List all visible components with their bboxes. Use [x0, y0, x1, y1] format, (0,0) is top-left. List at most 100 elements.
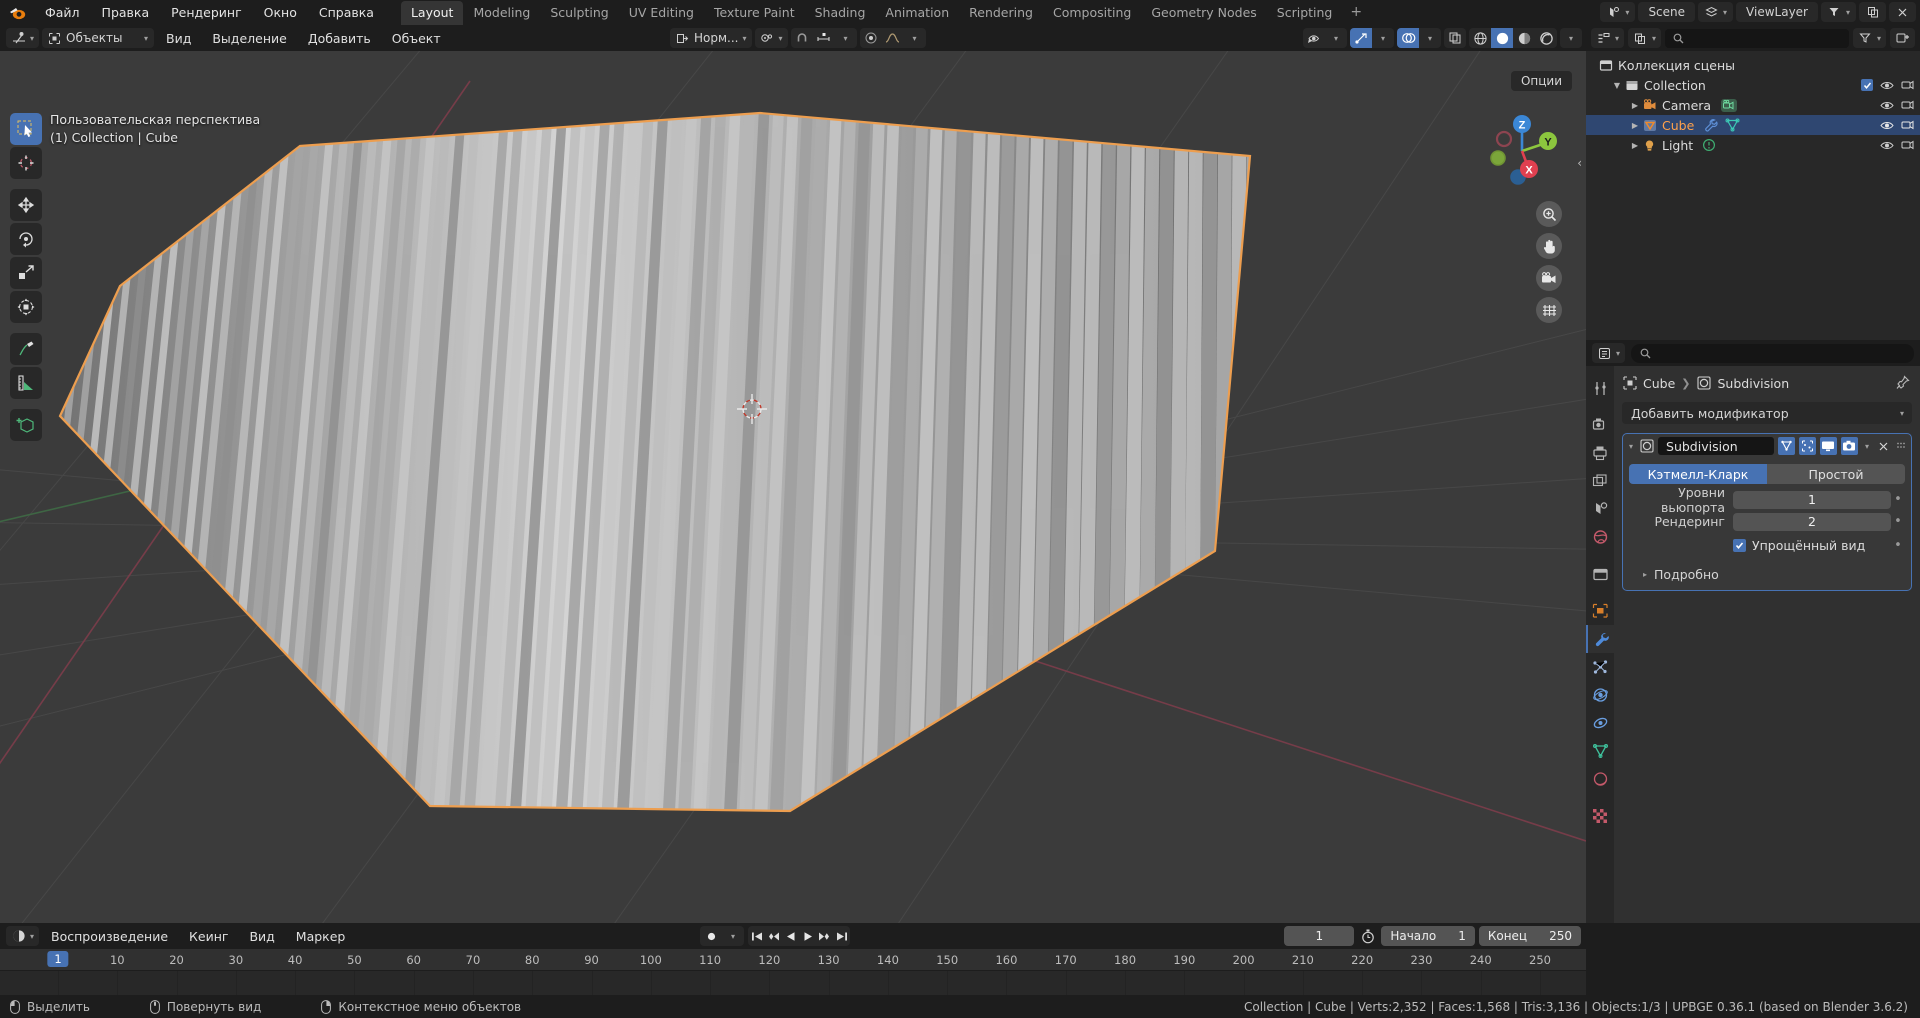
show-overlays-toggle[interactable]: [1397, 28, 1419, 48]
jump-to-next-keyframe-button[interactable]: [816, 926, 833, 946]
modifier-extras-chevron-icon[interactable]: ▾: [1862, 442, 1872, 451]
disable-in-renders-icon[interactable]: [1901, 79, 1914, 91]
menu-help[interactable]: Справка: [308, 2, 385, 23]
auto-keying-toggle[interactable]: [700, 926, 722, 946]
tab-layout[interactable]: Layout: [400, 0, 464, 25]
pin-icon[interactable]: [1895, 375, 1910, 390]
render-levels-input[interactable]: 2: [1733, 512, 1891, 531]
jump-to-previous-keyframe-button[interactable]: [765, 926, 782, 946]
blender-logo-icon[interactable]: [6, 2, 28, 24]
measure-tool[interactable]: [10, 367, 42, 399]
snap-target-button[interactable]: [813, 28, 835, 48]
catmull-clark-option[interactable]: Кэтмелл-Кларк: [1629, 464, 1767, 484]
advanced-subpanel-toggle[interactable]: ▸ Подробно: [1629, 567, 1905, 582]
move-tool[interactable]: [10, 189, 42, 221]
scene-name-field[interactable]: Scene: [1638, 2, 1696, 22]
scene-tab[interactable]: [1586, 495, 1614, 523]
modifier-name-field[interactable]: Subdivision: [1658, 437, 1774, 455]
shading-solid-button[interactable]: [1491, 28, 1513, 48]
properties-editor-type-button[interactable]: ▾: [1592, 343, 1626, 363]
transform-tool[interactable]: [10, 291, 42, 323]
physics-tab[interactable]: [1586, 681, 1614, 709]
cursor-tool[interactable]: [10, 147, 42, 179]
viewport-menu-object[interactable]: Объект: [383, 29, 450, 48]
properties-editor[interactable]: ▾ Cube ❯ Subdivision Добавить модификато…: [1586, 340, 1920, 923]
viewlayer-name-field[interactable]: ViewLayer: [1736, 2, 1818, 22]
camera-view-icon[interactable]: [1536, 265, 1562, 291]
tab-uv-editing[interactable]: UV Editing: [619, 1, 704, 25]
shading-rendered-button[interactable]: [1535, 28, 1557, 48]
mesh-data-icon[interactable]: [1725, 118, 1740, 132]
editor-type-button[interactable]: ▾: [6, 28, 40, 48]
timeline-menu-view[interactable]: Вид: [240, 927, 283, 946]
simple-option[interactable]: Простой: [1767, 464, 1905, 484]
ortho-grid-icon[interactable]: [1536, 297, 1562, 323]
hide-in-viewport-icon[interactable]: [1880, 140, 1894, 151]
collection-tab[interactable]: [1586, 560, 1614, 588]
collection-checkbox[interactable]: [1861, 79, 1873, 91]
outliner-row-light[interactable]: ▶ Light: [1586, 135, 1920, 155]
outliner-filter-button[interactable]: ▾: [1852, 28, 1886, 48]
menu-window[interactable]: Окно: [253, 2, 308, 23]
viewport-menu-view[interactable]: Вид: [157, 29, 200, 48]
play-reverse-button[interactable]: [782, 926, 799, 946]
current-frame-input[interactable]: 1: [1284, 926, 1355, 946]
timeline-menu-playback[interactable]: Воспроизведение: [42, 927, 177, 946]
animate-property-dot[interactable]: •: [1891, 514, 1905, 529]
pivot-point-dropdown[interactable]: ▾: [754, 28, 788, 48]
add-workspace-button[interactable]: +: [1342, 3, 1370, 22]
timeline-menu-marker[interactable]: Маркер: [287, 927, 355, 946]
viewport-menu-select[interactable]: Выделение: [203, 29, 295, 48]
viewport-canvas[interactable]: Пользовательская перспектива (1) Collect…: [0, 51, 1586, 923]
edit-mode-on-cage-toggle[interactable]: [1777, 437, 1795, 455]
outliner-editor-type-button[interactable]: ▾: [1591, 28, 1625, 48]
timeline-channel-area[interactable]: ▸: [0, 971, 1586, 1010]
menu-render[interactable]: Рендеринг: [160, 2, 253, 23]
viewport-nav-gizmo[interactable]: Z Y X: [1482, 111, 1562, 191]
material-tab[interactable]: [1586, 765, 1614, 793]
menu-file[interactable]: Файл: [34, 2, 91, 23]
interaction-mode-dropdown[interactable]: Объекты ▾: [42, 28, 155, 48]
tab-sculpting[interactable]: Sculpting: [540, 1, 618, 25]
shading-chevron-icon[interactable]: ▾: [1560, 28, 1582, 48]
overlays-chevron-icon[interactable]: ▾: [1419, 28, 1441, 48]
proportional-options-chevron[interactable]: ▾: [904, 28, 926, 48]
disable-in-renders-icon[interactable]: [1901, 119, 1914, 131]
shading-material-preview-button[interactable]: [1513, 28, 1535, 48]
viewport-levels-input[interactable]: 1: [1733, 490, 1891, 509]
3d-viewport[interactable]: ▾ Объекты ▾ Вид Выделение Добавить Объек…: [0, 25, 1586, 923]
toggle-xray-button[interactable]: [1444, 28, 1466, 48]
gizmo-chevron-icon[interactable]: ▾: [1372, 28, 1394, 48]
tab-rendering[interactable]: Rendering: [959, 1, 1043, 25]
texture-tab[interactable]: [1586, 802, 1614, 830]
close-icon[interactable]: [1876, 441, 1891, 452]
scene-browse-button[interactable]: ▾: [1600, 2, 1636, 22]
light-data-icon[interactable]: [1702, 138, 1716, 152]
expand-triangle-icon[interactable]: ▶: [1628, 121, 1642, 130]
expand-triangle-icon[interactable]: ▶: [1628, 101, 1642, 110]
object-visibility-icon[interactable]: [1303, 28, 1325, 48]
tab-compositing[interactable]: Compositing: [1043, 1, 1141, 25]
breadcrumb-modifier-label[interactable]: Subdivision: [1718, 376, 1790, 391]
modifier-icon[interactable]: [1703, 118, 1718, 133]
tweak-tool[interactable]: [10, 113, 42, 145]
tool-tab[interactable]: [1586, 374, 1614, 402]
shading-wireframe-button[interactable]: [1469, 28, 1491, 48]
expand-triangle-icon[interactable]: ▶: [1628, 141, 1642, 150]
viewlayer-browse-button[interactable]: ▾: [1698, 2, 1734, 22]
visibility-chevron-icon[interactable]: ▾: [1325, 28, 1347, 48]
viewport-options-button[interactable]: Опции: [1510, 71, 1572, 91]
outliner-row-scene-collection[interactable]: Коллекция сцены: [1586, 55, 1920, 75]
hide-in-viewport-icon[interactable]: [1880, 80, 1894, 91]
jump-to-end-button[interactable]: [833, 926, 850, 946]
edit-mode-display-toggle[interactable]: [1798, 437, 1816, 455]
menu-edit[interactable]: Правка: [91, 2, 161, 23]
viewport-sidebar-toggle[interactable]: ‹: [1577, 156, 1582, 170]
new-viewlayer-button[interactable]: [1859, 2, 1886, 22]
disable-in-renders-icon[interactable]: [1901, 139, 1914, 151]
drag-handle-icon[interactable]: [1895, 441, 1907, 451]
tab-scripting[interactable]: Scripting: [1267, 1, 1343, 25]
timeline-editor[interactable]: ▾ Воспроизведение Кеинг Вид Маркер ▾ 1 Н…: [0, 923, 1586, 1010]
outliner-display-mode-button[interactable]: ▾: [1628, 28, 1662, 48]
timeline-ruler[interactable]: 1 10 20 30 40 50 60 70 80 90 100 110 120 130 140 150 160…: [0, 949, 1586, 995]
